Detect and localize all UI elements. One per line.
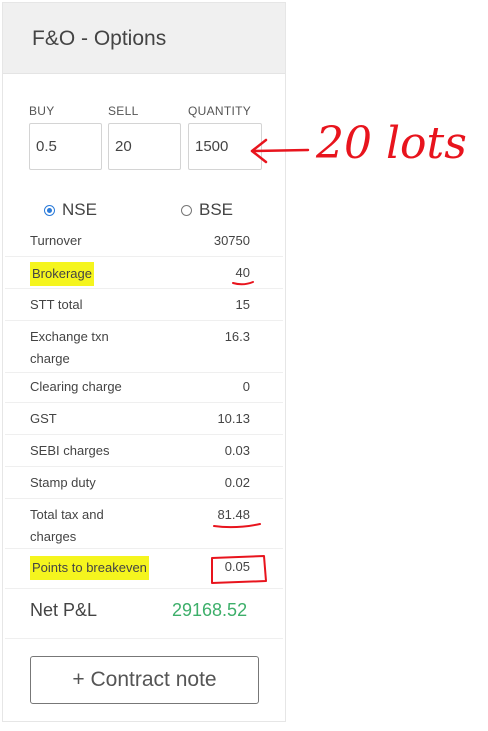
annotation-text: 20 lots xyxy=(315,118,467,169)
annotation-arrow xyxy=(250,148,310,153)
handwritten-annotations: 20 lots xyxy=(211,118,467,584)
underline-brokerage xyxy=(232,281,254,286)
underline-total-tax xyxy=(213,523,261,529)
box-breakeven xyxy=(211,555,267,584)
